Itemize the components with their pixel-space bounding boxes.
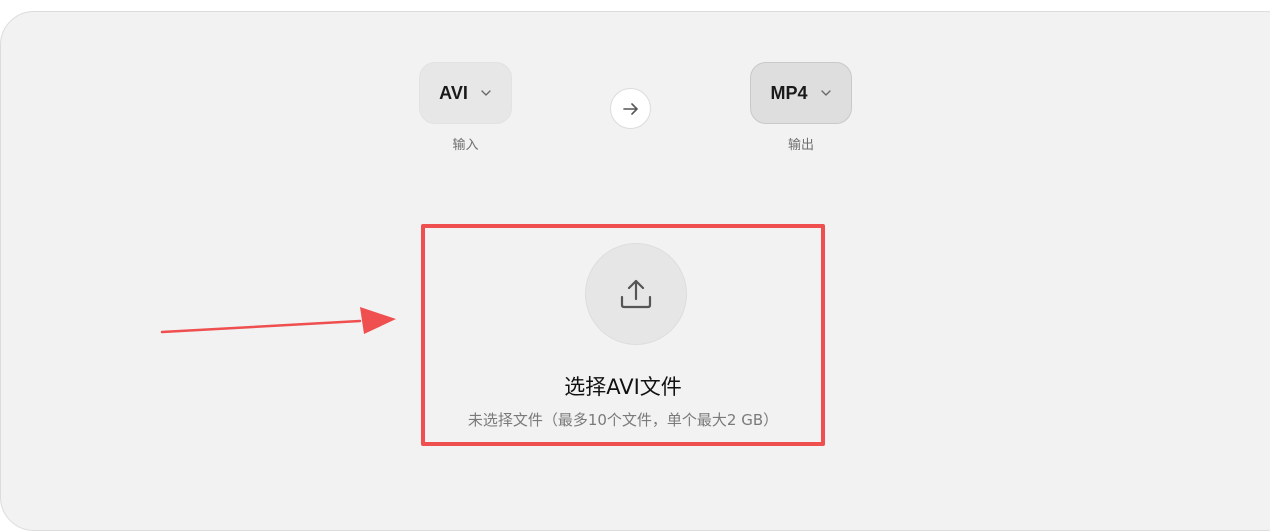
- chevron-down-icon: [820, 90, 831, 96]
- upload-icon: [620, 279, 652, 309]
- file-dropzone[interactable]: 选择AVI文件 未选择文件（最多10个文件，单个最大2 GB）: [421, 224, 825, 446]
- convert-arrow: [610, 88, 651, 129]
- annotation-arrow: [160, 307, 396, 334]
- input-format-group: AVI 输入: [419, 62, 512, 153]
- input-format-select[interactable]: AVI: [419, 62, 512, 124]
- dropzone-subtitle: 未选择文件（最多10个文件，单个最大2 GB）: [467, 411, 779, 429]
- output-format-group: MP4 输出: [750, 62, 852, 153]
- output-format-label: MP4: [770, 82, 808, 103]
- input-format-label: AVI: [439, 82, 468, 103]
- upload-button[interactable]: [585, 243, 687, 345]
- output-format-select[interactable]: MP4: [750, 62, 852, 124]
- chevron-down-icon: [481, 90, 491, 96]
- input-caption: 输入: [452, 138, 479, 153]
- dropzone-title: 选择AVI文件: [564, 375, 682, 399]
- arrow-right-icon: [622, 102, 638, 115]
- output-caption: 输出: [787, 138, 814, 153]
